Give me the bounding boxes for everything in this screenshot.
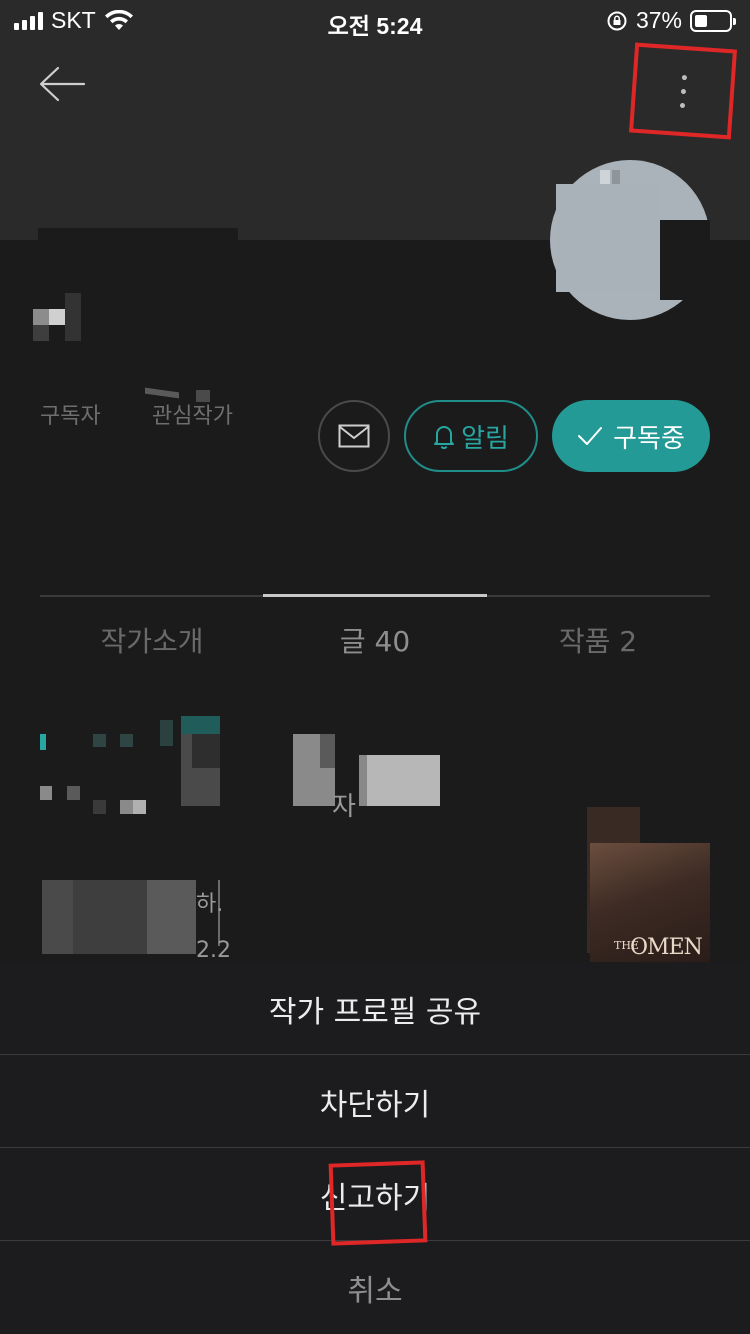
share-profile-item[interactable]: 작가 프로필 공유: [0, 962, 750, 1055]
alarm-label: 알림: [461, 423, 509, 454]
arrow-left-icon: [39, 66, 86, 102]
book-cover-title: OMEN: [630, 935, 703, 960]
cancel-item[interactable]: 취소: [0, 1241, 750, 1334]
tab-author-intro[interactable]: 작가소개: [40, 620, 264, 660]
mail-icon: [338, 424, 370, 448]
back-button[interactable]: [36, 62, 88, 106]
more-vertical-icon: [681, 74, 687, 80]
check-icon: [578, 427, 603, 445]
battery-percent: 37%: [635, 7, 682, 33]
subscribe-button[interactable]: 구독중: [552, 400, 710, 472]
redacted-name: [33, 309, 49, 325]
tab-posts[interactable]: 글 40: [263, 620, 487, 660]
battery-icon: [690, 9, 736, 32]
avatar-redaction: [556, 184, 660, 292]
post-text-fragment: 자: [332, 792, 356, 822]
report-highlight-box: [328, 1160, 428, 1246]
more-options-button[interactable]: [628, 42, 738, 140]
status-bar-right: 37%: [606, 7, 736, 34]
block-item[interactable]: 차단하기: [0, 1055, 750, 1148]
message-button[interactable]: [318, 400, 390, 472]
subscribe-label: 구독중: [613, 423, 685, 454]
tab-works[interactable]: 작품 2: [486, 620, 710, 660]
tab-active-indicator: [263, 594, 487, 597]
status-bar: SKT 오전 5:24 37%: [0, 0, 750, 40]
post-text-fragment: 하.: [196, 892, 224, 917]
alarm-button[interactable]: 알림: [404, 400, 538, 472]
subscriber-label[interactable]: 구독자: [40, 398, 101, 430]
rotation-lock-icon: [607, 11, 627, 30]
action-sheet: 작가 프로필 공유 차단하기 신고하기 취소: [0, 962, 750, 1334]
bell-icon: [434, 426, 455, 449]
book-cover-thumbnail[interactable]: THE OMEN: [590, 843, 710, 963]
post-date-fragment: 2.2: [196, 938, 231, 963]
following-label[interactable]: 관심작가: [152, 398, 233, 430]
